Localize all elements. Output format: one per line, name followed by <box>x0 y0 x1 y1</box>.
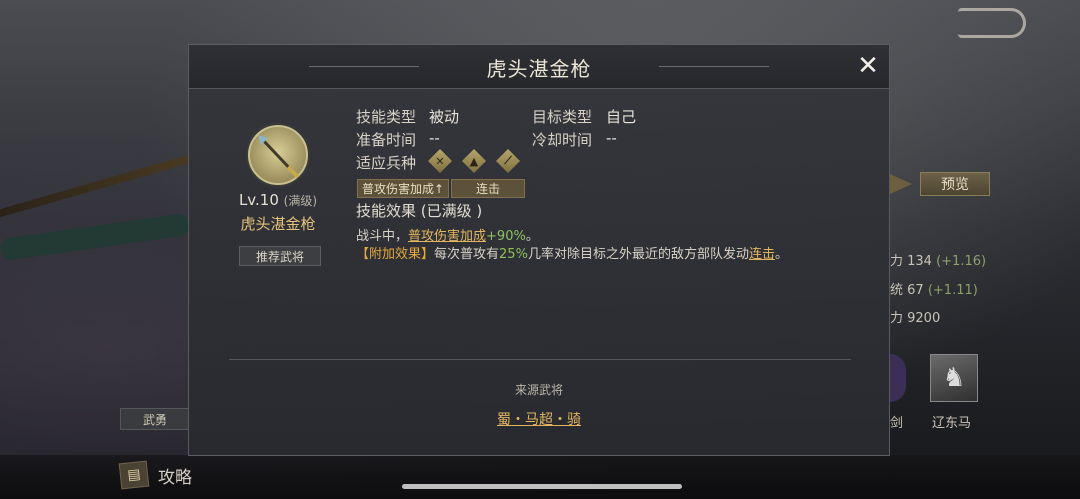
cooldown-value: -- <box>606 129 617 147</box>
divider <box>229 359 851 360</box>
preview-button[interactable]: 预览 <box>920 172 990 196</box>
guide-label: 攻略 <box>158 467 192 488</box>
troop-type-label: 适应兵种 <box>356 154 417 172</box>
recommend-hero-button[interactable]: 推荐武将 <box>239 246 321 266</box>
skill-tag: 连击 <box>451 179 525 198</box>
target-type-label: 目标类型 <box>532 108 593 126</box>
cooldown-label: 冷却时间 <box>532 131 593 149</box>
close-button[interactable]: ✕ <box>855 53 881 79</box>
stat-line: 力 134 (+1.16) <box>890 254 987 269</box>
spear-icon <box>258 135 300 179</box>
horse-equip-label: 辽东马 <box>932 416 972 431</box>
trait-tag: 武勇 <box>120 408 190 430</box>
effect-line-1: 战斗中，普攻伤害加成+90%。 <box>356 229 539 244</box>
normal-attack-bonus-link[interactable]: 普攻伤害加成 <box>408 229 486 244</box>
sword-equip-label: 剑 <box>890 416 904 431</box>
stat-line: 统 67 (+1.11) <box>890 283 978 298</box>
source-hero-row: 蜀・马超・骑 <box>189 409 889 429</box>
skill-type-label: 技能类型 <box>356 108 417 126</box>
skill-tag: 普攻伤害加成↑ <box>357 179 449 198</box>
source-hero-link[interactable]: 蜀・马超・骑 <box>497 412 581 428</box>
prep-time-value: -- <box>429 129 440 147</box>
archer-troop-icon: ⟋ <box>496 149 520 173</box>
horse-icon: ♞ <box>942 363 966 393</box>
combo-link[interactable]: 连击 <box>749 247 775 262</box>
source-hero-label: 来源武将 <box>514 383 563 397</box>
cavalry-troop-icon: ▲ <box>462 149 486 173</box>
skill-detail-modal: 虎头湛金枪 ✕ Lv.10 (满级) 虎头湛金枪 推荐武将 技能类型 被动 目标… <box>188 44 890 456</box>
back-button[interactable] <box>958 8 1026 38</box>
spear-troop-icon: ✕ <box>428 149 452 173</box>
horse-equip-slot[interactable]: ♞ <box>930 354 978 402</box>
stat-line: 力 9200 <box>890 311 941 326</box>
skill-icon <box>248 125 308 185</box>
prep-time-label: 准备时间 <box>356 131 417 149</box>
close-icon: ✕ <box>857 51 879 81</box>
skill-level: Lv.10 (满级) <box>238 191 318 209</box>
skill-type-value: 被动 <box>429 108 460 126</box>
guide-button[interactable]: ▤ 攻略 <box>118 460 192 490</box>
modal-title: 虎头湛金枪 <box>486 56 592 81</box>
book-icon: ▤ <box>118 460 150 490</box>
effect-line-2: 【附加效果】每次普攻有25%几率对除目标之外最近的敌方部队发动连击。 <box>356 247 788 262</box>
home-indicator[interactable] <box>402 484 682 489</box>
modal-header: 虎头湛金枪 ✕ <box>189 45 889 89</box>
target-type-value: 自己 <box>606 108 637 126</box>
effect-title: 技能效果 (已满级 ) <box>356 202 483 220</box>
skill-name: 虎头湛金枪 <box>240 215 316 233</box>
